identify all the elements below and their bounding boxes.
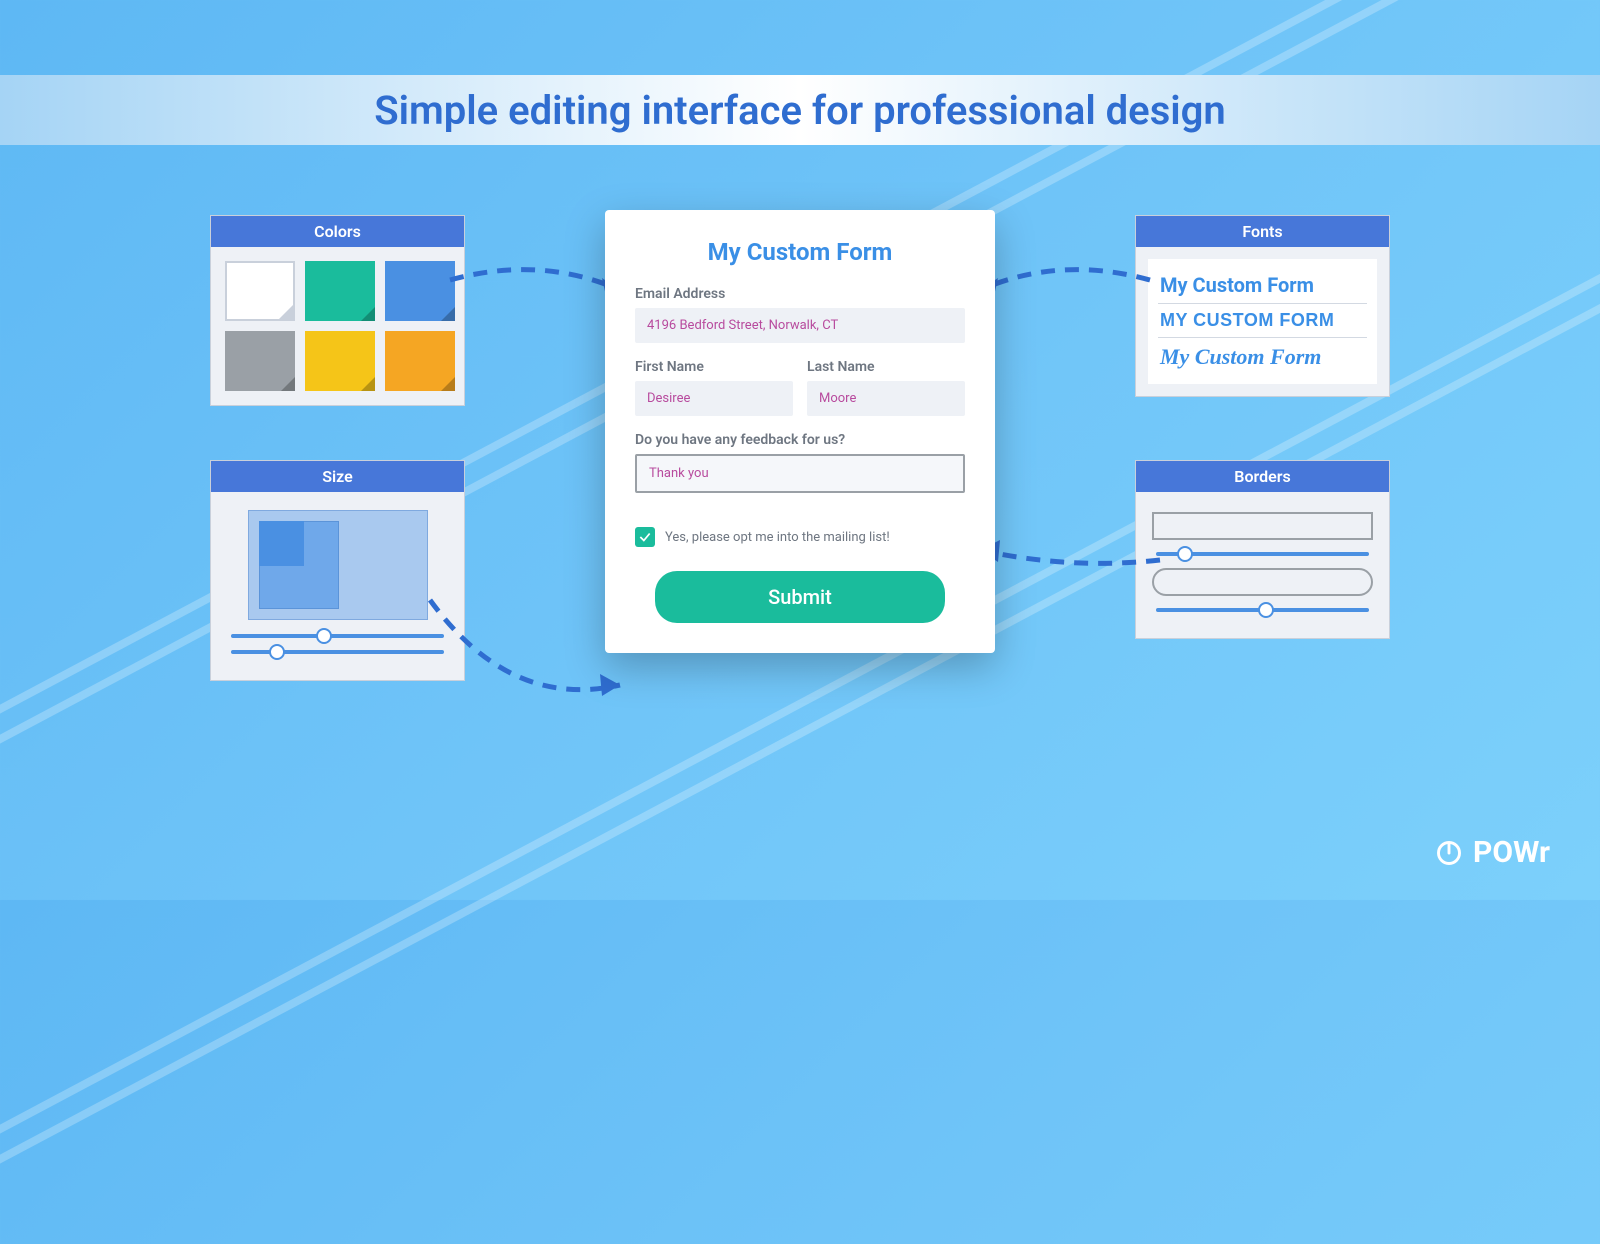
color-swatch-green[interactable] <box>305 261 375 321</box>
size-preview <box>248 510 428 620</box>
submit-button[interactable]: Submit <box>655 571 945 623</box>
fonts-panel-title: Fonts <box>1136 216 1389 247</box>
size-slider-1[interactable] <box>231 634 444 638</box>
size-panel-title: Size <box>211 461 464 492</box>
first-name-input[interactable] <box>635 381 793 416</box>
border-slider-2[interactable] <box>1156 608 1369 612</box>
borders-panel: Borders <box>1135 460 1390 639</box>
last-name-input[interactable] <box>807 381 965 416</box>
fonts-panel: Fonts My Custom Form MY CUSTOM FORM My C… <box>1135 215 1390 397</box>
size-slider-2[interactable] <box>231 650 444 654</box>
check-icon <box>638 530 652 544</box>
first-name-label: First Name <box>635 359 793 375</box>
font-sample-2[interactable]: MY CUSTOM FORM <box>1158 304 1367 338</box>
email-input[interactable] <box>635 308 965 343</box>
brand-name: POWr <box>1473 835 1550 870</box>
color-swatch-yellow[interactable] <box>305 331 375 391</box>
color-swatch-white[interactable] <box>225 261 295 321</box>
colors-panel-title: Colors <box>211 216 464 247</box>
email-label: Email Address <box>635 286 965 302</box>
size-slider-1-thumb[interactable] <box>316 628 332 644</box>
opt-in-label: Yes, please opt me into the mailing list… <box>665 530 890 545</box>
border-sample-square <box>1152 512 1373 540</box>
border-sample-round <box>1152 568 1373 596</box>
powr-logo: POWr <box>1435 835 1550 870</box>
font-sample-1[interactable]: My Custom Form <box>1158 267 1367 304</box>
colors-panel: Colors <box>210 215 465 406</box>
color-swatch-blue[interactable] <box>385 261 455 321</box>
size-panel: Size <box>210 460 465 681</box>
page-title: Simple editing interface for professiona… <box>374 87 1226 134</box>
feedback-label: Do you have any feedback for us? <box>635 432 965 448</box>
header-banner: Simple editing interface for professiona… <box>0 75 1600 145</box>
form-title: My Custom Form <box>635 238 965 266</box>
border-slider-2-thumb[interactable] <box>1258 602 1274 618</box>
border-slider-1[interactable] <box>1156 552 1369 556</box>
borders-panel-title: Borders <box>1136 461 1389 492</box>
size-slider-2-thumb[interactable] <box>269 644 285 660</box>
opt-in-checkbox[interactable] <box>635 527 655 547</box>
border-slider-1-thumb[interactable] <box>1177 546 1193 562</box>
form-preview-card: My Custom Form Email Address First Name … <box>605 210 995 653</box>
font-sample-3[interactable]: My Custom Form <box>1158 338 1367 376</box>
color-swatch-gray[interactable] <box>225 331 295 391</box>
feedback-input[interactable] <box>635 454 965 493</box>
color-swatch-orange[interactable] <box>385 331 455 391</box>
last-name-label: Last Name <box>807 359 965 375</box>
power-icon <box>1435 839 1463 867</box>
